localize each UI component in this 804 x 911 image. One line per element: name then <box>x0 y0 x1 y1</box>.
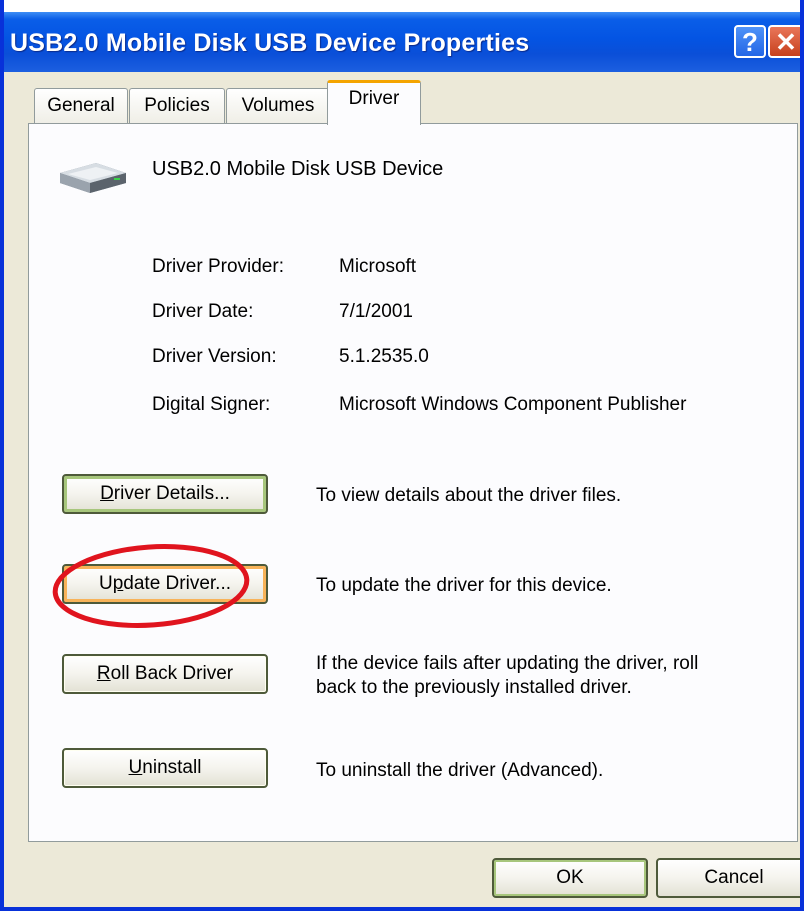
driver-version-label: Driver Version: <box>152 346 277 367</box>
help-button[interactable]: ? <box>734 25 766 58</box>
close-button[interactable]: ✕ <box>768 25 800 58</box>
uninstall-description: To uninstall the driver (Advanced). <box>316 760 604 781</box>
disk-drive-icon <box>60 163 126 193</box>
roll-back-driver-label: Roll Back Driver <box>96 663 234 684</box>
driver-provider-label: Driver Provider: <box>152 256 284 277</box>
title-bar[interactable]: USB2.0 Mobile Disk USB Device Properties… <box>4 0 800 72</box>
window-title: USB2.0 Mobile Disk USB Device Properties <box>10 29 530 57</box>
update-driver-label: Update Driver... <box>98 573 232 594</box>
driver-details-button[interactable]: Driver Details... <box>62 474 268 514</box>
uninstall-label: Uninstall <box>128 757 202 778</box>
cancel-button[interactable]: Cancel <box>656 858 800 898</box>
uninstall-button[interactable]: Uninstall <box>62 748 268 788</box>
digital-signer-value: Microsoft Windows Component Publisher <box>339 394 687 415</box>
device-name: USB2.0 Mobile Disk USB Device <box>152 158 444 180</box>
roll-back-driver-description: If the device fails after updating the d… <box>316 653 699 698</box>
digital-signer-label: Digital Signer: <box>152 394 271 415</box>
driver-date-value: 7/1/2001 <box>339 301 413 322</box>
driver-provider-value: Microsoft <box>339 256 417 277</box>
tab-general[interactable]: General <box>34 88 128 124</box>
update-driver-description: To update the driver for this device. <box>316 575 612 596</box>
ok-button[interactable]: OK <box>492 858 648 898</box>
driver-date-label: Driver Date: <box>152 301 254 322</box>
close-icon: ✕ <box>775 26 797 57</box>
tab-driver[interactable]: Driver <box>327 80 421 125</box>
tab-volumes[interactable]: Volumes <box>226 88 330 124</box>
driver-details-label: Driver Details... <box>100 483 230 504</box>
driver-version-value: 5.1.2535.0 <box>339 346 429 367</box>
update-driver-button[interactable]: Update Driver... <box>62 564 268 604</box>
roll-back-driver-button[interactable]: Roll Back Driver <box>62 654 268 694</box>
properties-dialog: USB2.0 Mobile Disk USB Device Properties… <box>0 0 804 911</box>
help-icon: ? <box>742 26 758 57</box>
driver-details-description: To view details about the driver files. <box>316 485 622 506</box>
tab-policies[interactable]: Policies <box>129 88 225 124</box>
